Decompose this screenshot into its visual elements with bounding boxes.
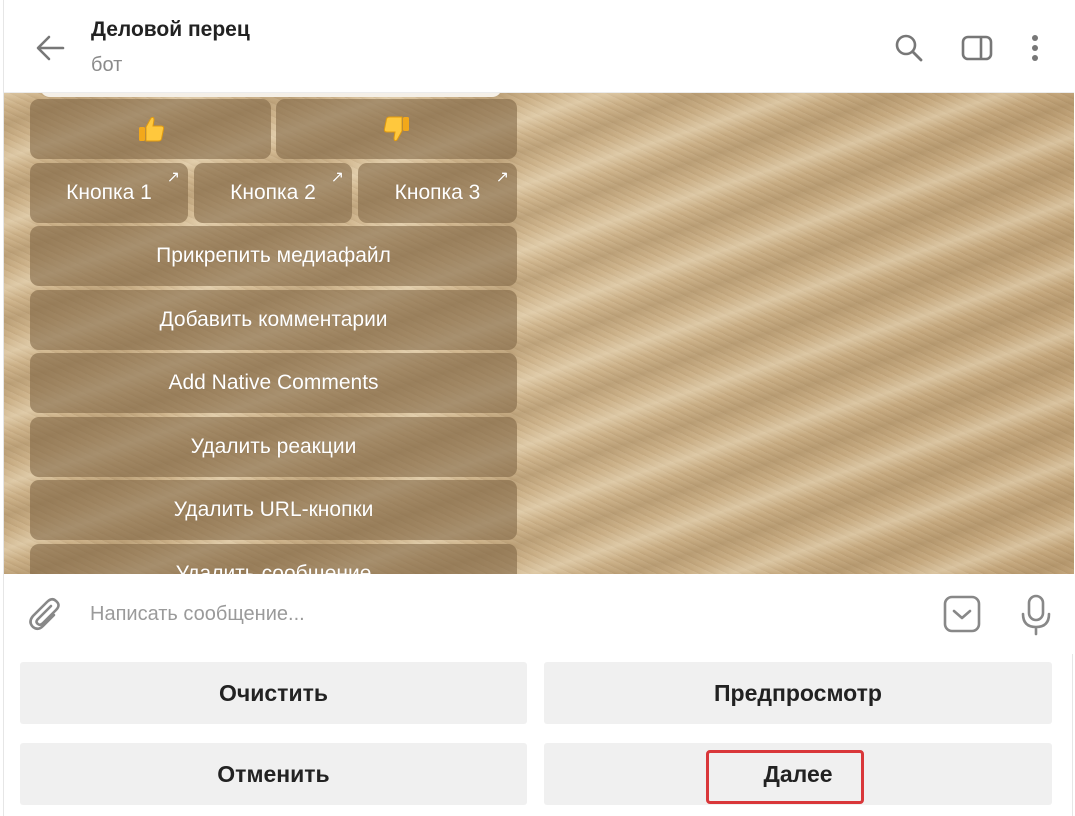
external-link-icon: ↗: [330, 169, 344, 186]
external-link-icon: ↗: [495, 169, 509, 186]
message-input-bar: [4, 574, 1074, 654]
next-button[interactable]: Далее: [544, 743, 1052, 805]
back-button[interactable]: [30, 28, 70, 68]
chat-area[interactable]: Кнопка 1 ↗ Кнопка 2 ↗ Кнопка 3 ↗ Прикреп…: [4, 93, 1074, 574]
url-button-2[interactable]: Кнопка 2 ↗: [194, 163, 352, 223]
add-comments-button[interactable]: Добавить комментарии: [30, 290, 517, 350]
chat-window: Деловой перец бот Кнопка 1 ↗ Кнопка 2 ↗ …: [3, 0, 1074, 816]
voice-button[interactable]: [1016, 593, 1056, 637]
sidebar-icon: [961, 35, 993, 61]
search-icon: [895, 34, 923, 62]
url-button-label: Кнопка 1: [66, 181, 152, 204]
search-button[interactable]: [889, 28, 929, 68]
message-input[interactable]: [90, 596, 910, 632]
thumbs-down-icon: [383, 116, 409, 142]
thumbs-up-icon: [138, 116, 164, 142]
url-button-3[interactable]: Кнопка 3 ↗: [358, 163, 517, 223]
clear-button[interactable]: Очистить: [20, 662, 527, 724]
more-button[interactable]: [1015, 28, 1055, 68]
cancel-button[interactable]: Отменить: [20, 743, 527, 805]
paperclip-icon: [29, 597, 60, 631]
remove-url-buttons-button[interactable]: Удалить URL-кнопки: [30, 480, 517, 540]
chat-header: Деловой перец бот: [4, 0, 1074, 93]
keyboard-chevron-icon: [943, 595, 981, 633]
reaction-like-button[interactable]: [30, 99, 271, 159]
chat-subtitle: бот: [91, 54, 123, 76]
reaction-dislike-button[interactable]: [276, 99, 517, 159]
url-button-label: Кнопка 2: [230, 181, 316, 204]
add-native-comments-button[interactable]: Add Native Comments: [30, 353, 517, 413]
chat-title[interactable]: Деловой перец: [91, 18, 250, 42]
sidebar-toggle-button[interactable]: [957, 28, 997, 68]
arrow-left-icon: [36, 35, 65, 61]
preview-button[interactable]: Предпросмотр: [544, 662, 1052, 724]
external-link-icon: ↗: [166, 169, 180, 186]
url-button-1[interactable]: Кнопка 1 ↗: [30, 163, 188, 223]
attach-button[interactable]: [24, 594, 64, 634]
more-vertical-icon: [1032, 35, 1038, 61]
message-bubble-edge: [40, 93, 502, 97]
remove-reactions-button[interactable]: Удалить реакции: [30, 417, 517, 477]
url-button-label: Кнопка 3: [394, 181, 481, 204]
bot-keyboard-toggle[interactable]: [942, 594, 982, 634]
delete-message-button[interactable]: Удалить сообщение: [30, 544, 517, 574]
microphone-icon: [1021, 594, 1051, 636]
attach-media-button[interactable]: Прикрепить медиафайл: [30, 226, 517, 286]
